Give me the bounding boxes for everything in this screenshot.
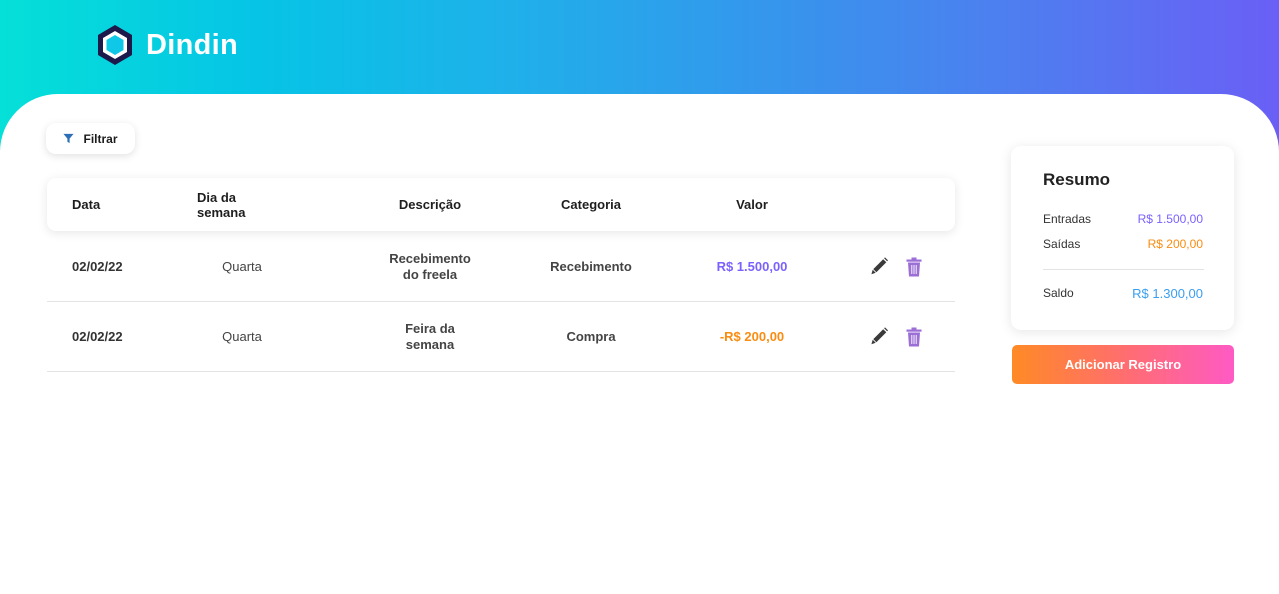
edit-button[interactable] (870, 256, 888, 277)
summary-income-row: Entradas R$ 1.500,00 (1043, 212, 1203, 226)
trash-icon (906, 327, 922, 346)
summary-title: Resumo (1043, 170, 1111, 189)
row-category: Recebimento (550, 259, 632, 274)
summary-expense-row: Saídas R$ 200,00 (1043, 237, 1203, 251)
summary-divider (1043, 269, 1204, 270)
header-date[interactable]: Data (72, 178, 100, 231)
balance-label: Saldo (1043, 286, 1074, 300)
pencil-icon (871, 256, 888, 274)
delete-button[interactable] (905, 257, 923, 277)
funnel-icon (63, 133, 75, 144)
summary-balance-row: Saldo R$ 1.300,00 (1043, 286, 1203, 301)
row-value: R$ 1.500,00 (716, 259, 788, 274)
delete-button[interactable] (905, 327, 923, 347)
trash-icon (906, 257, 922, 276)
row-description: Recebimento do freela (389, 232, 471, 301)
edit-button[interactable] (870, 326, 888, 347)
row-weekday: Quarta (222, 259, 262, 274)
brand-logo[interactable]: Dindin (96, 24, 238, 66)
row-actions (870, 302, 923, 371)
add-record-button[interactable]: Adicionar Registro (1012, 345, 1234, 384)
table-header: Data Dia da semana Descrição Categoria V… (47, 178, 955, 231)
header-description[interactable]: Descrição (390, 178, 470, 231)
row-category: Compra (566, 329, 616, 344)
hexagon-logo-icon (98, 25, 132, 65)
income-label: Entradas (1043, 212, 1092, 226)
row-weekday: Quarta (222, 329, 262, 344)
row-description-line: Recebimento (389, 250, 471, 266)
expense-label: Saídas (1043, 237, 1081, 251)
income-value: R$ 1.500,00 (1137, 212, 1203, 226)
header-weekday[interactable]: Dia da semana (197, 178, 287, 231)
row-description: Feira da semana (390, 302, 470, 371)
row-description-line: do freela (402, 266, 458, 282)
summary-card: Resumo Entradas R$ 1.500,00 Saídas R$ 20… (1011, 146, 1234, 330)
pencil-icon (871, 326, 888, 344)
expense-value: R$ 200,00 (1147, 237, 1203, 251)
row-description-line: Feira da (405, 320, 455, 336)
filter-label: Filtrar (83, 131, 118, 146)
row-actions (870, 232, 923, 301)
row-date: 02/02/22 (72, 329, 123, 344)
table-row: 02/02/22 Quarta Recebimento do freela Rec… (47, 232, 955, 302)
brand-name: Dindin (146, 28, 239, 61)
header-category[interactable]: Categoria (541, 178, 641, 231)
filter-button[interactable]: Filtrar (46, 123, 135, 154)
row-value: -R$ 200,00 (719, 329, 785, 344)
header-value[interactable]: Valor (702, 178, 802, 231)
row-description-line: semana (405, 336, 455, 352)
table-row: 02/02/22 Quarta Feira da semana Compra -R… (47, 302, 955, 372)
balance-value: R$ 1.300,00 (1132, 286, 1203, 301)
row-date: 02/02/22 (72, 259, 123, 274)
